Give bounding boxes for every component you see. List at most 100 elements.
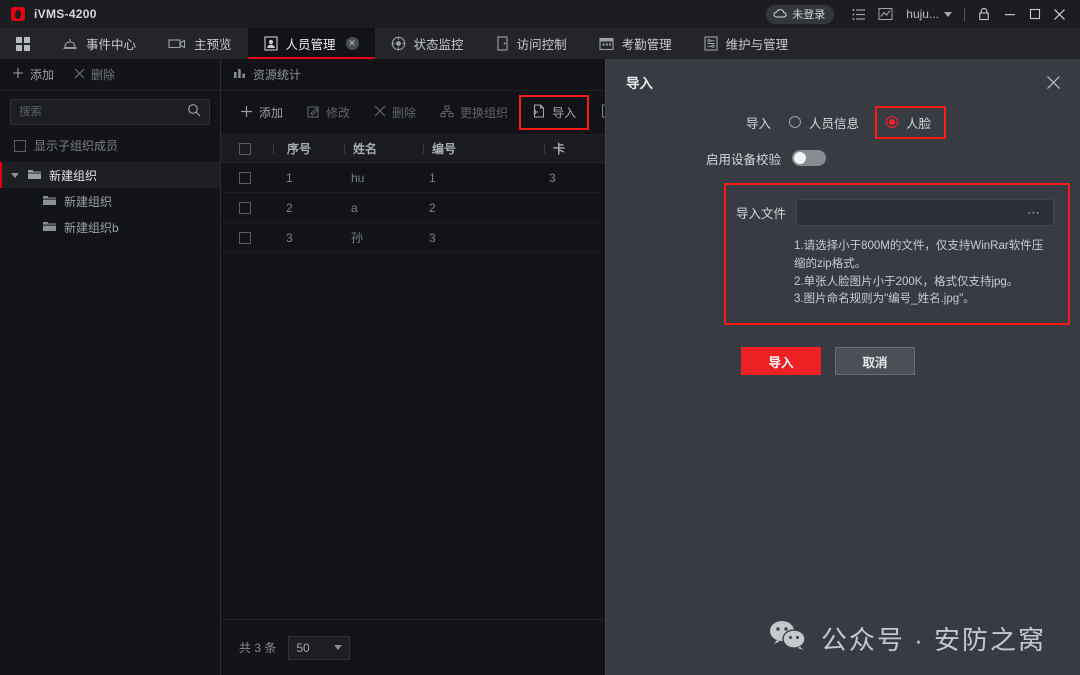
toolbar-edit-button[interactable]: 修改: [296, 97, 361, 128]
wechat-icon: [768, 619, 808, 657]
import-file-input[interactable]: ⋯: [796, 199, 1054, 226]
import-file-label: 导入文件: [736, 207, 787, 221]
plus-icon: [240, 105, 253, 121]
note-line: 1.请选择小于800M的文件，仅支持WinRar软件压缩的zip格式。: [794, 240, 1044, 270]
chevron-down-icon: [334, 645, 343, 650]
chart-icon[interactable]: [872, 0, 898, 28]
lock-icon[interactable]: [971, 0, 997, 28]
row-checkbox-cell[interactable]: [221, 171, 273, 184]
radio-person-info[interactable]: 人员信息: [789, 113, 859, 132]
tab-event-center[interactable]: 事件中心: [46, 28, 152, 59]
column-header-number[interactable]: 编号: [424, 140, 544, 157]
tab-label: 人员管理: [285, 38, 336, 52]
search-input[interactable]: [19, 106, 187, 118]
sidebar-add-button[interactable]: 添加: [12, 66, 54, 83]
tab-main-preview[interactable]: 主预览: [152, 28, 248, 59]
chevron-down-icon[interactable]: [944, 11, 952, 17]
row-checkbox-cell[interactable]: [221, 231, 273, 244]
maximize-icon[interactable]: [1022, 0, 1047, 28]
column-header-name[interactable]: 姓名: [345, 140, 423, 157]
close-icon[interactable]: [1042, 71, 1064, 93]
radio-face[interactable]: 人脸: [875, 105, 947, 139]
minimize-icon[interactable]: [997, 0, 1022, 28]
tab-person-management[interactable]: 人员管理 ✕: [247, 28, 375, 59]
user-name-label[interactable]: huju...: [898, 7, 942, 21]
select-all-checkbox-cell[interactable]: [221, 142, 273, 155]
import-icon: [532, 104, 546, 121]
import-cancel-button[interactable]: 取消: [835, 347, 915, 376]
tree-node-root[interactable]: 新建组织: [0, 162, 220, 188]
tab-label: 考勤管理: [621, 38, 672, 52]
organization-sidebar: 添加 删除 显示子组织成员: [0, 59, 221, 675]
video-camera-icon: [168, 37, 186, 50]
tab-close-icon[interactable]: ✕: [345, 37, 359, 50]
search-box[interactable]: [10, 99, 210, 125]
tab-label: 事件中心: [86, 38, 137, 52]
chevron-down-icon[interactable]: [10, 172, 20, 178]
title-bar: iVMS-4200 未登录 huju...: [0, 0, 1080, 28]
import-file-section: 导入文件 ⋯ 1.请选择小于800M的文件，仅支持WinRar软件压缩的zip格…: [724, 183, 1070, 326]
toolbar-label: 导入: [552, 106, 577, 120]
tab-status-monitor[interactable]: 状态监控: [375, 28, 480, 59]
edit-icon: [307, 105, 320, 121]
tree-node-label: 新建组织: [49, 168, 98, 183]
login-status-button[interactable]: 未登录: [766, 4, 835, 24]
select-all-checkbox[interactable]: [239, 142, 251, 155]
resource-statistics-label: 资源统计: [253, 68, 302, 82]
application-window: iVMS-4200 未登录 huju... 事件中心 主预览 人员管理 ✕ 状态…: [0, 0, 1080, 675]
cell-number: 3: [429, 230, 436, 245]
sidebar-delete-button[interactable]: 删除: [74, 66, 115, 83]
list-icon[interactable]: [846, 0, 872, 28]
radio-label: 人员信息: [809, 116, 860, 131]
import-type-label: 导入: [746, 116, 772, 131]
toolbar-import-button[interactable]: 导入: [519, 95, 590, 130]
folder-icon: [42, 194, 57, 209]
cell-number: 1: [429, 170, 436, 185]
tree-node-child-2[interactable]: 新建组织b: [0, 214, 220, 240]
watermark: 公众号 · 安防之窝: [768, 619, 1046, 657]
tab-access-control[interactable]: 访问控制: [480, 28, 583, 59]
toolbar-delete-button[interactable]: 删除: [363, 97, 427, 128]
toolbar-label: 添加: [259, 106, 284, 120]
device-verify-toggle[interactable]: [792, 150, 827, 166]
page-size-value: 50: [296, 640, 310, 655]
plus-icon: [12, 67, 24, 82]
calendar-icon: [599, 36, 614, 51]
radio-icon[interactable]: [789, 116, 802, 128]
door-access-icon: [496, 36, 509, 51]
row-checkbox[interactable]: [239, 231, 251, 244]
row-checkbox[interactable]: [239, 201, 251, 214]
person-card-icon: [263, 36, 278, 51]
folder-icon: [42, 220, 57, 235]
import-notes: 1.请选择小于800M的文件，仅支持WinRar软件压缩的zip格式。 2.单张…: [794, 238, 1054, 309]
radio-icon-selected[interactable]: [886, 116, 899, 128]
show-sub-org-checkbox[interactable]: [14, 139, 26, 152]
row-checkbox-cell[interactable]: [221, 201, 273, 214]
toolbar-add-button[interactable]: 添加: [229, 97, 294, 128]
grid-menu-icon[interactable]: [0, 28, 46, 59]
dialog-title: 导入: [626, 76, 653, 91]
cell-index: 2: [286, 200, 293, 215]
cell-index: 1: [286, 170, 293, 185]
app-title: iVMS-4200: [34, 7, 97, 21]
tree-node-label: 新建组织b: [64, 220, 119, 235]
tab-attendance[interactable]: 考勤管理: [583, 28, 688, 59]
tab-label: 访问控制: [516, 38, 567, 52]
tab-label: 维护与管理: [725, 38, 789, 52]
tree-node-child-1[interactable]: 新建组织: [0, 188, 220, 214]
page-size-select[interactable]: 50: [288, 635, 351, 660]
cell-name: hu: [351, 170, 365, 185]
show-sub-org-row[interactable]: 显示子组织成员: [0, 131, 220, 162]
column-header-index[interactable]: 序号: [274, 140, 344, 157]
close-icon[interactable]: [1047, 0, 1072, 28]
import-confirm-button[interactable]: 导入: [741, 347, 821, 376]
divider: [964, 7, 965, 21]
toolbar-change-org-button[interactable]: 更换组织: [429, 97, 519, 128]
sidebar-toolbar: 添加 删除: [0, 59, 220, 91]
cell-index: 3: [286, 230, 293, 245]
search-icon[interactable]: [187, 103, 201, 122]
row-checkbox[interactable]: [239, 171, 251, 184]
tab-maintenance[interactable]: 维护与管理: [688, 28, 805, 59]
ellipsis-icon[interactable]: ⋯: [1027, 205, 1041, 221]
file-input-row: 导入文件 ⋯: [736, 199, 1054, 226]
